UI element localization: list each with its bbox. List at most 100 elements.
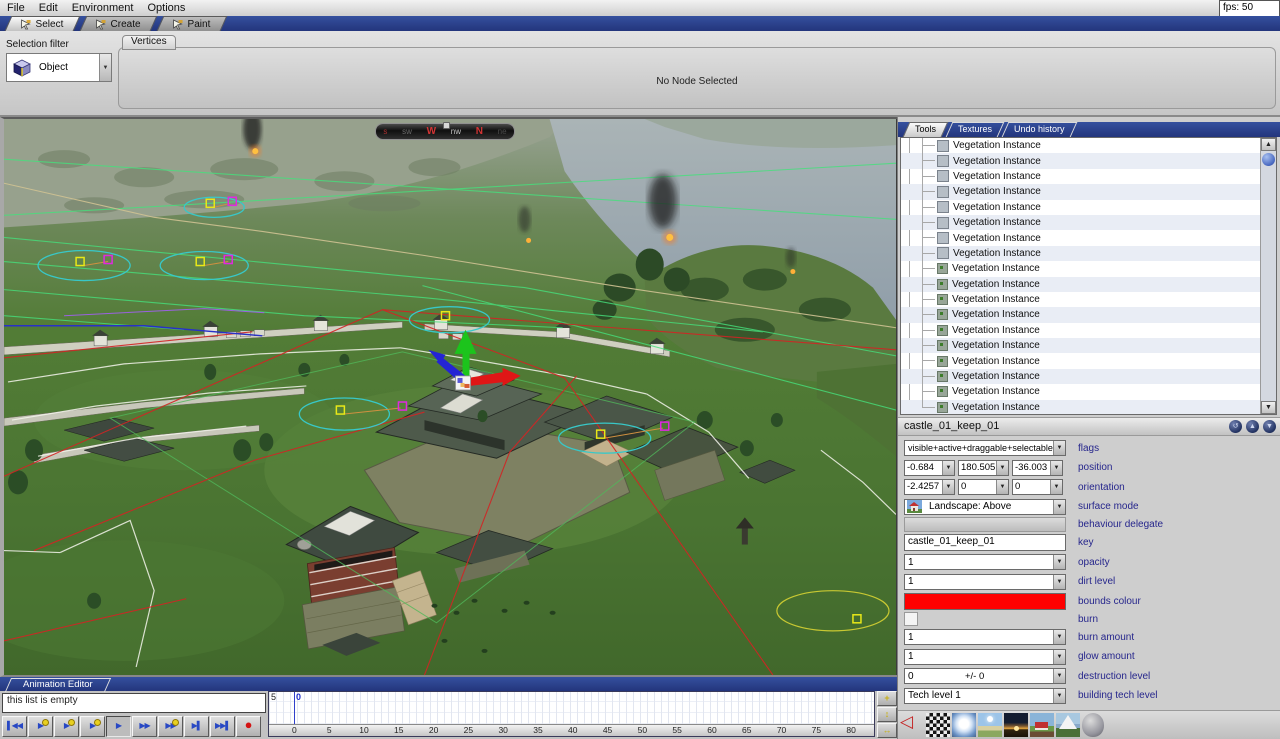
timeline[interactable]: 5 0 05101520253035404550556065707580 (268, 691, 875, 737)
mode-tab[interactable]: Create (79, 16, 157, 31)
sun-thumbnail[interactable] (952, 713, 976, 737)
burn-checkbox[interactable] (904, 612, 918, 626)
flags-dropdown[interactable]: visible+active+draggable+selectable-▼ (904, 440, 1066, 456)
3d-viewport[interactable]: sswWnwNne (0, 117, 897, 677)
dropdown-arrow-icon[interactable]: ▼ (1053, 575, 1065, 589)
play-from-key-button[interactable]: ▶ (80, 716, 105, 737)
right-panel-tab[interactable]: Tools (903, 122, 949, 137)
dropdown-arrow-icon[interactable]: ▼ (1050, 461, 1062, 475)
scene-tree-list[interactable]: Vegetation Instance Vegetation Instance … (900, 137, 1277, 415)
tree-item[interactable]: Vegetation Instance (901, 400, 1260, 415)
tree-item[interactable]: Vegetation Instance (901, 292, 1260, 307)
tree-item[interactable]: Vegetation Instance (901, 353, 1260, 368)
record-button[interactable]: ● (236, 716, 261, 737)
lower-button[interactable]: ▼ (1263, 420, 1276, 433)
selection-filter-arrow[interactable]: ▼ (99, 54, 111, 81)
tree-item[interactable]: Vegetation Instance (901, 184, 1260, 199)
dropdown-arrow-icon[interactable]: ▼ (942, 480, 954, 494)
tree-item[interactable]: Vegetation Instance (901, 200, 1260, 215)
face-thumbnail[interactable] (1082, 713, 1104, 737)
menu-edit[interactable]: Edit (32, 2, 65, 14)
selection-filter-dropdown[interactable]: Object ▼ (6, 53, 112, 82)
skip-start-button[interactable]: ▌◀◀ (2, 716, 27, 737)
menu-options[interactable]: Options (140, 2, 192, 14)
tree-item[interactable]: Vegetation Instance (901, 369, 1260, 384)
tree-item[interactable]: Vegetation Instance (901, 277, 1260, 292)
orientation-z-field[interactable]: 0▼ (1012, 479, 1063, 495)
bounds-colour-swatch[interactable] (904, 593, 1066, 610)
sunset-thumbnail[interactable] (1004, 713, 1028, 737)
house-thumbnail[interactable] (1030, 713, 1054, 737)
orientation-x-field[interactable]: -2.4257▼ (904, 479, 955, 495)
tree-item[interactable]: Vegetation Instance (901, 230, 1260, 245)
day-sky-thumbnail[interactable] (978, 713, 1002, 737)
dropdown-arrow-icon[interactable]: ▼ (1053, 669, 1065, 683)
tree-item[interactable]: Vegetation Instance (901, 384, 1260, 399)
scroll-thumb[interactable] (1262, 153, 1275, 166)
play-button[interactable]: ▶ (106, 716, 131, 737)
dropdown-arrow-icon[interactable]: ▼ (996, 461, 1008, 475)
orientation-y-field[interactable]: 0▼ (958, 479, 1009, 495)
dropdown-arrow-icon[interactable]: ▼ (942, 461, 954, 475)
dropdown-arrow-icon[interactable]: ▼ (1050, 480, 1062, 494)
fast-forward-key-button[interactable]: ▶▶ (158, 716, 183, 737)
dirt-level-dropdown[interactable]: 1▼ (904, 574, 1066, 590)
position-x-field[interactable]: -0.684▼ (904, 460, 955, 476)
dropdown-arrow-icon[interactable]: ▼ (1053, 630, 1065, 644)
timeline-grid[interactable]: 5 0 (269, 692, 874, 724)
surface-mode-dropdown[interactable]: Landscape: Above▼ (904, 499, 1066, 515)
tree-item[interactable]: Vegetation Instance (901, 153, 1260, 168)
menu-file[interactable]: File (0, 2, 32, 14)
fast-forward-button[interactable]: ▶▶ (132, 716, 157, 737)
tree-item[interactable]: Vegetation Instance (901, 215, 1260, 230)
tree-scrollbar[interactable]: ▲ ▼ (1260, 138, 1276, 414)
menu-environment[interactable]: Environment (65, 2, 141, 14)
building-tech-level-dropdown[interactable]: Tech level 1▼ (904, 688, 1066, 704)
dropdown-arrow-icon[interactable]: ▼ (1053, 650, 1065, 664)
right-panel-tab[interactable]: Undo history (1002, 122, 1077, 137)
tree-item[interactable]: Vegetation Instance (901, 338, 1260, 353)
checker-sphere-thumbnail[interactable] (926, 713, 950, 737)
play-key-button[interactable]: ▶ (54, 716, 79, 737)
burn-amount-dropdown[interactable]: 1▼ (904, 629, 1066, 645)
timeline-hzoom-button[interactable]: ↔ (877, 723, 897, 738)
mode-tab[interactable]: Select (5, 16, 80, 31)
compass[interactable]: sswWnwNne (375, 123, 515, 140)
right-panel-tab[interactable]: Textures (946, 122, 1005, 137)
timeline-pan-button[interactable]: + (877, 691, 897, 706)
dropdown-arrow-icon[interactable]: ▼ (996, 480, 1008, 494)
raise-button[interactable]: ▲ (1246, 420, 1259, 433)
key-field[interactable]: castle_01_keep_01 (904, 534, 1066, 551)
dropdown-arrow-icon[interactable]: ▼ (1053, 555, 1065, 569)
scroll-down-icon[interactable]: ▼ (1261, 401, 1276, 414)
tree-item[interactable]: Vegetation Instance (901, 261, 1260, 276)
timeline-vzoom-button[interactable]: ↕ (877, 707, 897, 722)
scroll-up-icon[interactable]: ▲ (1261, 138, 1276, 151)
step-end-button[interactable]: ▶▌ (184, 716, 209, 737)
tree-item[interactable]: Vegetation Instance (901, 323, 1260, 338)
timeline-ruler[interactable]: 05101520253035404550556065707580 (269, 724, 874, 736)
mode-tab[interactable]: Paint (156, 16, 226, 31)
animation-editor-tab[interactable]: Animation Editor (5, 678, 111, 692)
skip-end-button[interactable]: ▶▶▌ (210, 716, 235, 737)
position-z-field[interactable]: -36.003▼ (1012, 460, 1063, 476)
opacity-dropdown[interactable]: 1▼ (904, 554, 1066, 570)
behaviour-delegate-button[interactable] (904, 517, 1066, 532)
tree-item[interactable]: Vegetation Instance (901, 307, 1260, 322)
dropdown-arrow-icon[interactable]: ▼ (1053, 441, 1065, 455)
tree-item[interactable]: Vegetation Instance (901, 169, 1260, 184)
position-y-field[interactable]: 180.505▼ (958, 460, 1009, 476)
glow-amount-dropdown[interactable]: 1▼ (904, 649, 1066, 665)
mountain-thumbnail[interactable] (1056, 713, 1080, 737)
animation-list[interactable]: this list is empty (2, 693, 266, 713)
revert-button[interactable]: ↺ (1229, 420, 1242, 433)
playhead[interactable] (294, 692, 295, 724)
play-to-key-button[interactable]: ▶ (28, 716, 53, 737)
view-cone-icon[interactable] (900, 713, 924, 737)
dropdown-arrow-icon[interactable]: ▼ (1053, 500, 1065, 514)
tree-item[interactable]: Vegetation Instance (901, 246, 1260, 261)
dropdown-arrow-icon[interactable]: ▼ (1053, 689, 1065, 703)
destruction-level-dropdown[interactable]: 0+/- 0▼ (904, 668, 1066, 684)
vertices-tab[interactable]: Vertices (122, 35, 176, 50)
tree-item[interactable]: Vegetation Instance (901, 138, 1260, 153)
